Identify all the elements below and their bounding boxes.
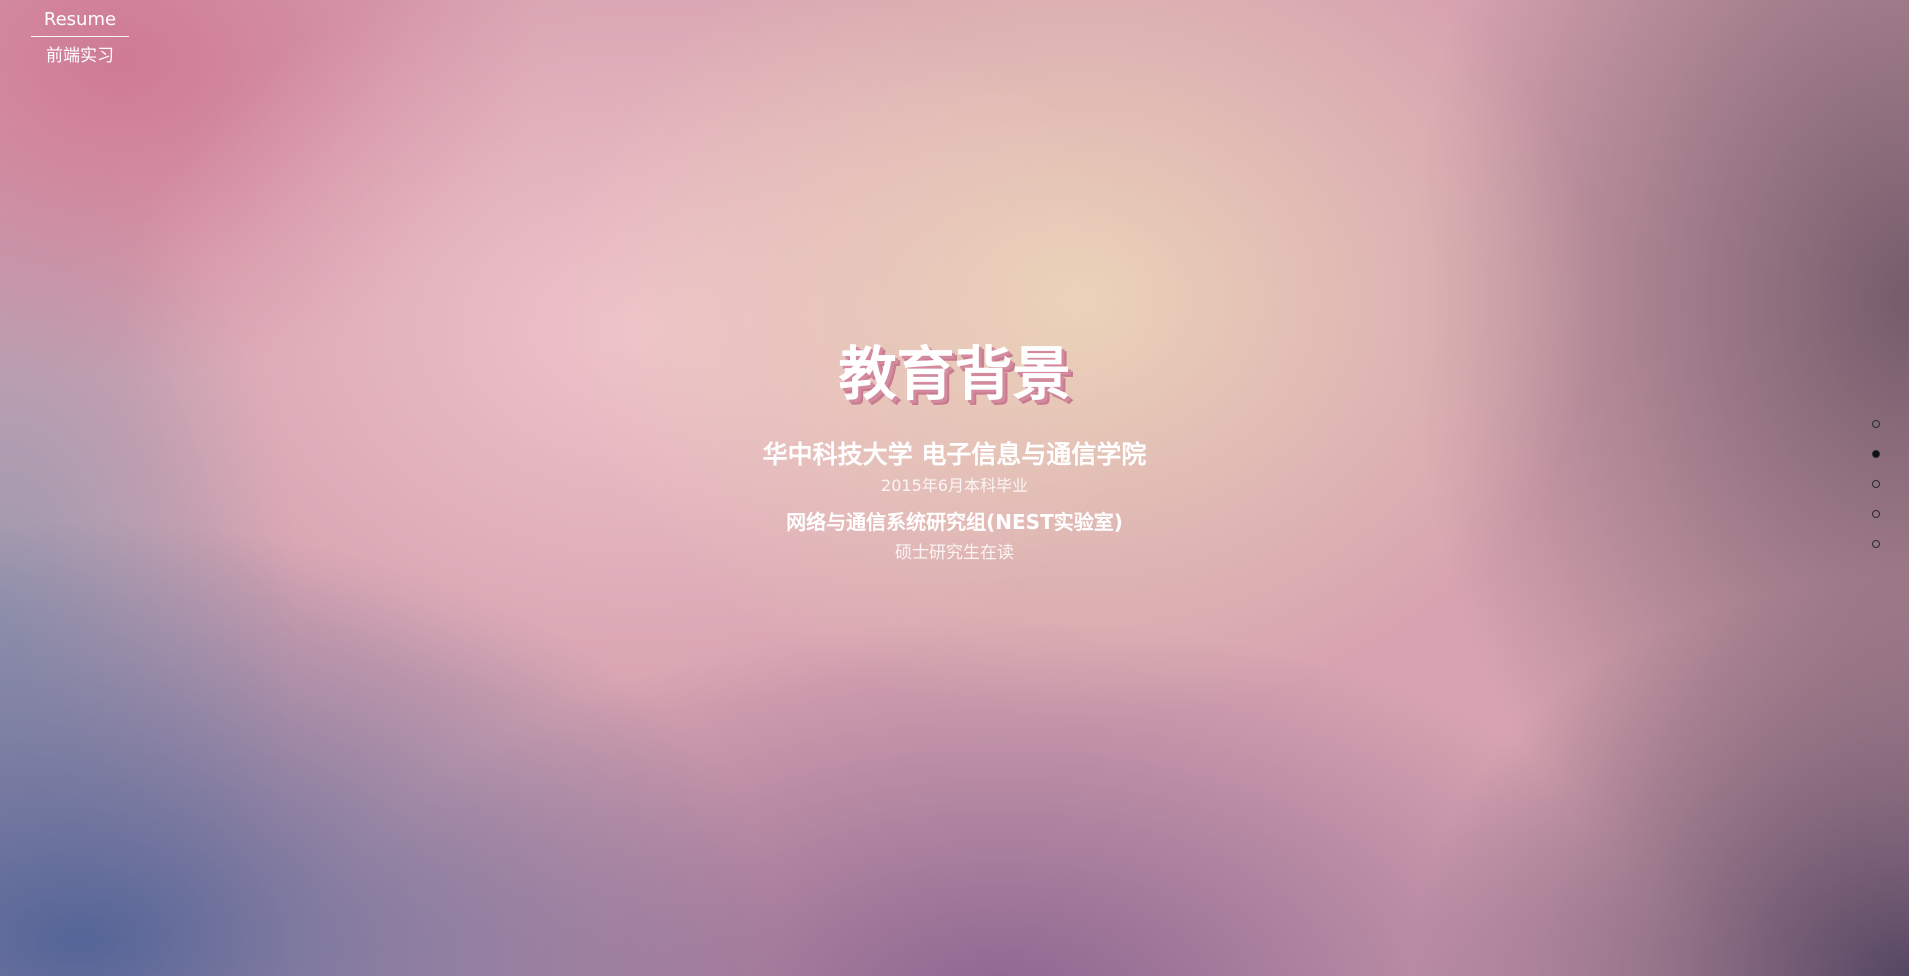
degree-status: 硕士研究生在读 [895,543,1014,563]
nav-dot-1[interactable] [1872,420,1880,428]
graduation-info: 2015年6月本科毕业 [881,476,1028,495]
section-title: 教育背景 [838,340,1071,408]
page-nav-dots [1870,420,1882,570]
brand-subtitle: 前端实习 [46,46,114,66]
education-section: 教育背景 华中科技大学 电子信息与通信学院 2015年6月本科毕业 网络与通信系… [0,330,1909,566]
nav-dot-4[interactable] [1872,510,1880,518]
brand[interactable]: Resume 前端实习 [31,6,129,71]
nav-dot-2[interactable] [1872,450,1880,458]
nav-dot-5[interactable] [1872,540,1880,548]
university-name: 华中科技大学 电子信息与通信学院 [762,440,1147,469]
lab-name: 网络与通信系统研究组(NEST实验室) [786,510,1123,534]
brand-title[interactable]: Resume [31,6,129,37]
nav-dot-3[interactable] [1872,480,1880,488]
